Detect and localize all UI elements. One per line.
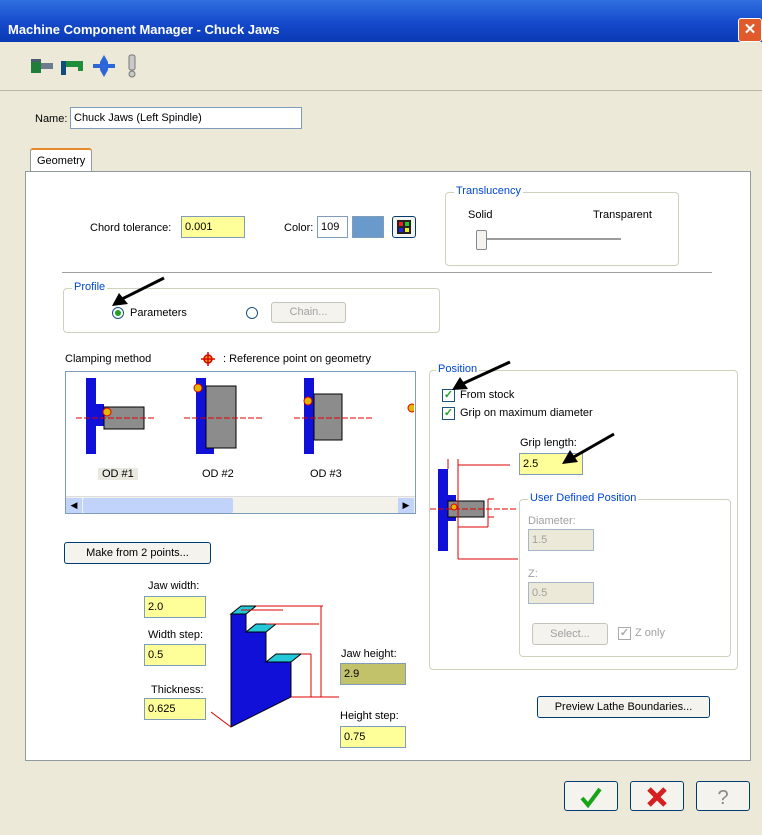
color-swatch[interactable] [352,216,384,238]
window-title: Machine Component Manager - Chuck Jaws [8,22,280,37]
scroll-left-button[interactable]: ◀ [66,498,82,513]
z-only-checkbox[interactable]: ✓ [618,627,631,640]
clamping-method-label: Clamping method [65,353,152,365]
color-picker-button[interactable] [392,216,416,238]
transparent-label: Transparent [593,209,652,221]
palette-icon [397,220,411,234]
width-step-input[interactable] [144,644,206,666]
preview-lathe-boundaries-button[interactable]: Preview Lathe Boundaries... [537,696,710,718]
z-label: Z: [528,568,538,580]
horizontal-scrollbar[interactable]: ◀ ▶ [66,496,415,513]
thickness-input[interactable] [144,698,206,720]
position-group: Position ✓ From stock ✓ Grip on maximum … [429,363,738,670]
z-input[interactable] [528,582,594,604]
color-input[interactable] [317,216,348,238]
title-bar: Machine Component Manager - Chuck Jaws ✕ [0,0,762,42]
tab-geometry[interactable]: Geometry [30,148,92,172]
od1-label[interactable]: OD #1 [98,468,138,480]
od3-label[interactable]: OD #3 [310,468,342,480]
reference-point-note: : Reference point on geometry [223,353,371,365]
help-icon: ? [717,787,728,809]
chain-radio[interactable] [246,307,258,319]
translucency-slider[interactable] [476,230,487,250]
chuck-icon[interactable] [60,54,84,78]
name-label: Name: [35,113,68,125]
annotation-arrow [562,432,615,464]
height-step-label: Height step: [340,710,399,722]
height-step-input[interactable] [340,726,406,748]
translucency-group: Translucency Solid Transparent [445,185,679,266]
red-x-icon [647,787,667,807]
jaw-height-input[interactable] [340,663,406,685]
steady-rest-icon[interactable] [120,54,144,78]
tab-label: Geometry [37,155,86,167]
name-input[interactable] [70,107,302,129]
od2-jaw-image[interactable] [184,376,264,460]
make-from-2-points-button[interactable]: Make from 2 points... [64,542,211,564]
divider [62,272,712,273]
help-button[interactable]: ? [696,781,750,811]
z-only-label: Z only [635,627,665,639]
chord-tolerance-label: Chord tolerance: [90,222,172,234]
svg-text:?: ? [717,787,728,809]
solid-label: Solid [468,209,493,221]
grip-max-diameter-label: Grip on maximum diameter [460,407,593,419]
jaw-width-input[interactable] [144,596,206,618]
od3-jaw-image[interactable] [294,376,374,460]
select-button[interactable]: Select... [532,623,608,645]
annotation-arrow [452,360,511,390]
od2-label[interactable]: OD #2 [202,468,234,480]
thickness-label: Thickness: [151,684,204,696]
od4-partial-image [404,402,415,414]
close-button[interactable]: ✕ [738,18,762,42]
tailstock-icon[interactable] [92,54,116,78]
chord-tolerance-input[interactable] [181,216,245,238]
geometry-panel: Chord tolerance: Color: Translucency Sol… [25,171,751,761]
toolbar [0,42,762,91]
checkmark-icon [580,787,602,809]
translucency-title: Translucency [454,185,524,197]
od1-jaw-image[interactable] [76,376,156,460]
jaw-dimension-diagram [211,605,339,728]
jaw-width-label: Jaw width: [148,580,200,592]
scroll-right-button[interactable]: ▶ [398,498,414,513]
scroll-thumb[interactable] [83,498,233,513]
profile-title: Profile [72,281,108,293]
stock-icon[interactable] [30,54,54,78]
annotation-arrow [112,276,165,306]
reference-point-icon [201,352,215,366]
grip-max-diameter-checkbox[interactable]: ✓ [442,407,455,420]
color-label: Color: [284,222,314,234]
translucency-track [476,238,621,240]
user-defined-position-group: User Defined Position Diameter: Z: Selec… [519,492,731,657]
width-step-label: Width step: [148,629,204,641]
dialog-window: Machine Component Manager - Chuck Jaws ✕… [0,0,762,835]
ok-button[interactable] [564,781,618,811]
clamping-method-list[interactable]: OD #1 OD #2 OD #3 ◀ ▶ [65,371,416,514]
diameter-label: Diameter: [528,515,576,527]
cancel-button[interactable] [630,781,684,811]
user-defined-title: User Defined Position [528,492,639,504]
jaw-height-label: Jaw height: [341,648,397,660]
diameter-input[interactable] [528,529,594,551]
grip-position-diagram [430,459,518,560]
chain-button[interactable]: Chain... [271,302,346,323]
